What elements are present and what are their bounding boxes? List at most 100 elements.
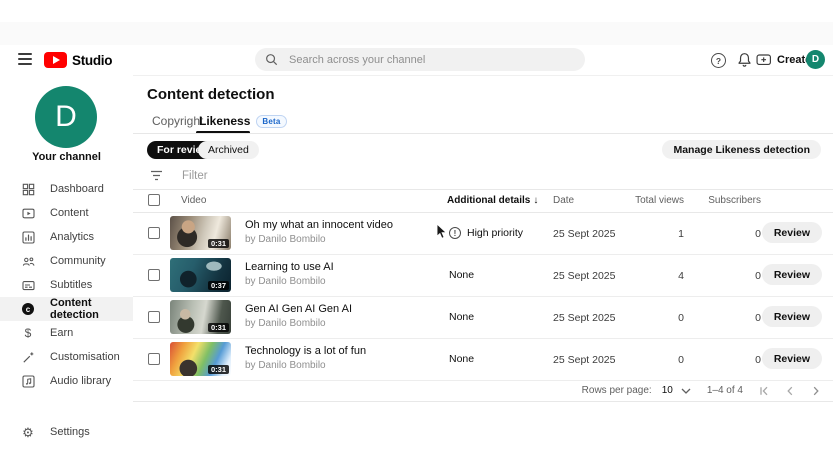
subtitles-icon (21, 278, 35, 292)
table-row: 0:31 Gen AI Gen AI Gen AI by Danilo Bomb… (133, 296, 833, 339)
filter-icon[interactable] (150, 170, 163, 181)
review-button[interactable]: Review (762, 222, 822, 243)
sidebar-item-subtitles[interactable]: Subtitles (0, 273, 133, 297)
details-label: None (449, 311, 474, 323)
previous-page-icon[interactable] (785, 386, 795, 396)
review-button[interactable]: Review (762, 306, 822, 327)
tab-likeness[interactable]: Likeness Beta (199, 114, 287, 128)
details-label: None (449, 269, 474, 281)
create-button[interactable]: Create (756, 52, 811, 67)
table-row: 0:37 Learning to use AI by Danilo Bombil… (133, 254, 833, 297)
subscribers-cell: 0 (700, 228, 761, 240)
search-bar[interactable] (255, 48, 585, 71)
sidebar-item-earn[interactable]: $ Earn (0, 321, 133, 345)
column-additional-details[interactable]: Additional details ↓ (447, 195, 538, 206)
sidebar-item-audio-library[interactable]: Audio library (0, 369, 133, 393)
subscribers-cell: 0 (700, 312, 761, 324)
sidebar-item-label: Subtitles (50, 279, 92, 291)
row-checkbox[interactable] (148, 311, 160, 323)
sidebar-nav: Dashboard Content Analytics Community (0, 177, 133, 393)
sidebar-item-label: Earn (50, 327, 73, 339)
sidebar-item-label: Audio library (50, 375, 111, 387)
search-input[interactable] (287, 53, 551, 67)
sidebar-item-label: Content (50, 207, 89, 219)
first-page-icon[interactable] (759, 386, 769, 396)
sidebar-item-settings[interactable]: ⚙ Settings (0, 420, 133, 444)
row-checkbox[interactable] (148, 269, 160, 281)
review-button[interactable]: Review (762, 264, 822, 285)
settings-icon: ⚙ (21, 425, 35, 439)
top-header: Studio ? Create D (0, 45, 833, 76)
help-icon[interactable]: ? (711, 53, 726, 68)
menu-icon[interactable] (18, 53, 32, 65)
subscribers-cell: 0 (700, 270, 761, 282)
tabs-divider (133, 133, 833, 134)
sidebar-item-content-detection[interactable]: c Content detection (0, 297, 133, 321)
manage-likeness-detection-button[interactable]: Manage Likeness detection (662, 140, 821, 159)
sidebar-item-label: Dashboard (50, 183, 104, 195)
channel-avatar[interactable]: D (35, 86, 97, 148)
table-header: Video Additional details ↓ Date Total vi… (133, 189, 833, 213)
sort-descending-icon: ↓ (533, 195, 538, 206)
filter-row (133, 162, 833, 190)
chevron-down-icon[interactable] (681, 388, 691, 394)
sidebar-item-customisation[interactable]: Customisation (0, 345, 133, 369)
column-additional-details-label: Additional details (447, 195, 530, 206)
notifications-icon[interactable] (737, 52, 752, 67)
row-checkbox[interactable] (148, 227, 160, 239)
sidebar-item-content[interactable]: Content (0, 201, 133, 225)
sidebar: D Your channel Dashboard Content Analyti… (0, 75, 133, 443)
video-title[interactable]: Technology is a lot of fun (245, 345, 366, 357)
chip-archived[interactable]: Archived (198, 141, 259, 159)
date-cell: 25 Sept 2025 (553, 312, 615, 324)
table-row: 0:31 Oh my what an innocent video by Dan… (133, 212, 833, 255)
views-cell: 0 (620, 354, 684, 366)
sidebar-item-label: Content detection (50, 297, 133, 321)
audio-library-icon (21, 374, 35, 388)
page-title: Content detection (147, 86, 275, 103)
create-video-icon (756, 52, 772, 67)
tab-copyright[interactable]: Copyright (152, 114, 203, 128)
additional-details-cell: None (449, 311, 474, 323)
date-cell: 25 Sept 2025 (553, 354, 615, 366)
video-title[interactable]: Learning to use AI (245, 261, 334, 273)
details-label: High priority (467, 227, 523, 239)
column-subscribers[interactable]: Subscribers (700, 195, 761, 206)
community-icon (21, 254, 35, 268)
video-thumbnail[interactable]: 0:31 (170, 342, 231, 376)
tab-likeness-label: Likeness (199, 114, 250, 128)
views-cell: 0 (620, 312, 684, 324)
column-video[interactable]: Video (181, 195, 206, 206)
sidebar-item-dashboard[interactable]: Dashboard (0, 177, 133, 201)
video-title[interactable]: Gen AI Gen AI Gen AI (245, 303, 352, 315)
sidebar-item-analytics[interactable]: Analytics (0, 225, 133, 249)
sidebar-item-label: Community (50, 255, 106, 267)
video-thumbnail[interactable]: 0:31 (170, 300, 231, 334)
duration-badge: 0:31 (208, 323, 229, 333)
column-date[interactable]: Date (553, 195, 574, 206)
video-author: by Danilo Bombilo (245, 318, 352, 329)
rows-per-page-label: Rows per page: (582, 385, 652, 396)
content-detection-icon: c (21, 302, 35, 316)
row-checkbox[interactable] (148, 353, 160, 365)
video-title[interactable]: Oh my what an innocent video (245, 219, 393, 231)
sidebar-item-label: Settings (50, 426, 90, 438)
video-thumbnail[interactable]: 0:37 (170, 258, 231, 292)
account-avatar[interactable]: D (806, 50, 825, 69)
video-info: Oh my what an innocent video by Danilo B… (245, 219, 393, 245)
next-page-icon[interactable] (811, 386, 821, 396)
rows-per-page-value[interactable]: 10 (662, 385, 673, 396)
column-total-views[interactable]: Total views (620, 195, 684, 206)
studio-logo[interactable]: Studio (44, 52, 112, 68)
filter-input[interactable] (180, 169, 484, 183)
video-author: by Danilo Bombilo (245, 234, 393, 245)
video-author: by Danilo Bombilo (245, 360, 366, 371)
review-button[interactable]: Review (762, 348, 822, 369)
select-all-checkbox[interactable] (148, 194, 160, 206)
video-info: Technology is a lot of fun by Danilo Bom… (245, 345, 366, 371)
sidebar-item-community[interactable]: Community (0, 249, 133, 273)
duration-badge: 0:31 (208, 239, 229, 249)
video-thumbnail[interactable]: 0:31 (170, 216, 231, 250)
video-info: Gen AI Gen AI Gen AI by Danilo Bombilo (245, 303, 352, 329)
pagination-range: 1–4 of 4 (707, 385, 743, 396)
